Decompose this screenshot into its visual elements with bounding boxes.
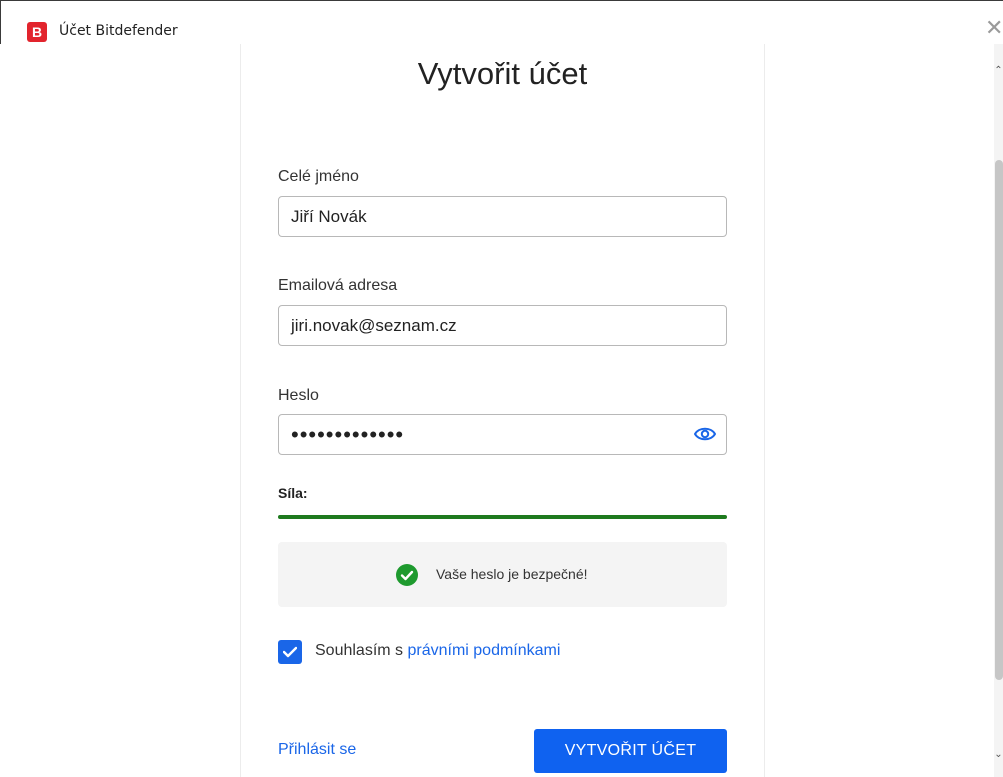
terms-prefix: Souhlasím s — [315, 642, 408, 659]
password-input[interactable]: ••••••••••••• — [278, 414, 727, 455]
window-title: Účet Bitdefender — [59, 23, 178, 39]
eye-icon[interactable] — [694, 426, 716, 442]
close-button[interactable]: ✕ — [985, 17, 1003, 41]
page-title: Vytvořit účet — [417, 56, 588, 91]
full-name-label: Celé jméno — [278, 168, 359, 185]
strength-label: Síla: — [278, 485, 308, 501]
email-label: Emailová adresa — [278, 277, 398, 294]
bitdefender-logo-icon: B — [27, 22, 47, 42]
signup-card: Vytvořit účet Celé jméno Jiří Novák Emai… — [240, 44, 765, 777]
login-link[interactable]: Přihlásit se — [278, 741, 356, 759]
vertical-scrollbar[interactable]: ⌃ ⌄ — [994, 44, 1003, 777]
strength-bar — [278, 515, 727, 519]
password-label: Heslo — [278, 387, 319, 404]
create-account-button[interactable]: VYTVOŘIT ÚČET — [534, 729, 727, 773]
check-circle-icon — [396, 564, 418, 586]
terms-label: Souhlasím s právními podmínkami — [315, 642, 560, 660]
title-bar: B Účet Bitdefender ✕ — [0, 0, 1003, 44]
safe-message: Vaše heslo je bezpečné! — [436, 566, 588, 582]
terms-checkbox[interactable] — [278, 640, 302, 664]
full-name-input[interactable]: Jiří Novák — [278, 196, 727, 237]
terms-link[interactable]: právními podmínkami — [407, 642, 560, 659]
email-input[interactable]: jiri.novak@seznam.cz — [278, 305, 727, 346]
scroll-up-icon[interactable]: ⌃ — [994, 66, 1003, 76]
content-area: Vytvořit účet Celé jméno Jiří Novák Emai… — [0, 44, 1003, 777]
checkmark-icon — [283, 646, 297, 658]
scroll-down-icon[interactable]: ⌄ — [994, 750, 1003, 760]
password-safe-notice: Vaše heslo je bezpečné! — [278, 542, 727, 607]
password-value: ••••••••••••• — [291, 422, 405, 447]
scroll-thumb[interactable] — [995, 160, 1003, 680]
strength-fill — [278, 515, 727, 519]
